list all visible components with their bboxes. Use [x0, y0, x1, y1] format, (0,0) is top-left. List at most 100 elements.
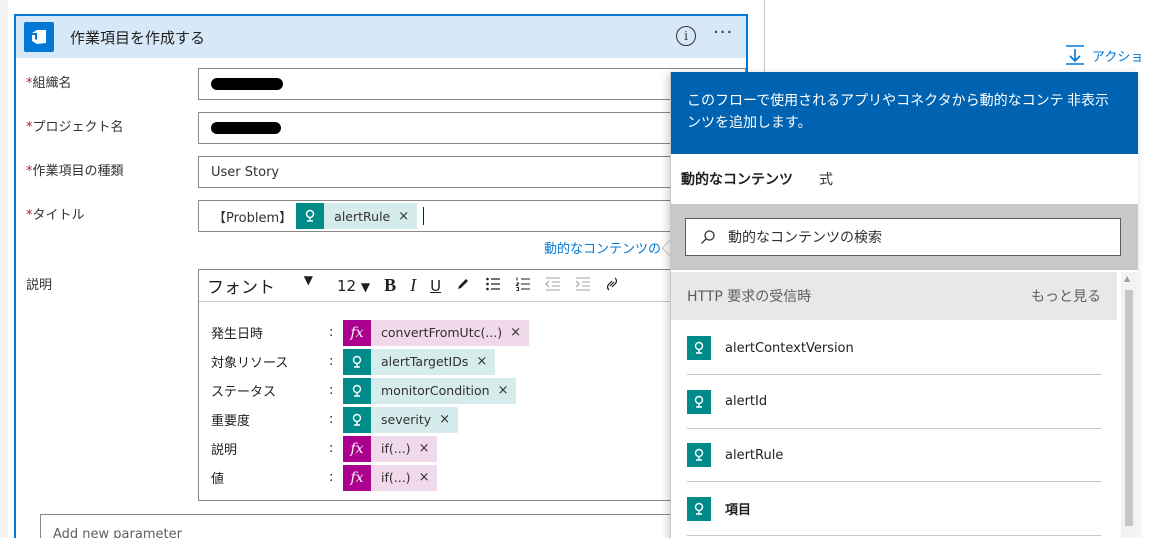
item-label: alertContextVersion: [725, 340, 854, 356]
description-label: 説明: [26, 278, 53, 293]
popup-tabs: 動的なコンテンツ 式: [671, 154, 1138, 204]
info-icon[interactable]: i: [676, 26, 696, 46]
token-label: alertRule: [324, 203, 399, 229]
color-pen-icon[interactable]: [455, 276, 471, 296]
connector-icon: [687, 496, 711, 521]
row-label: ステータス: [211, 385, 277, 400]
tab-expression[interactable]: 式: [809, 169, 843, 189]
row-label: 重要度: [211, 414, 251, 429]
font-size-select[interactable]: 12 ▼: [337, 277, 370, 295]
remove-token-icon[interactable]: ×: [510, 319, 530, 346]
see-more-link[interactable]: もっと見る: [1031, 286, 1101, 306]
remove-token-icon[interactable]: ×: [476, 348, 496, 375]
row-label: 発生日時: [211, 327, 264, 342]
popup-description: このフローで使用されるアプリやコネクタから動的なコンテンツを追加します。: [687, 93, 1064, 131]
token-label: convertFromUtc(...): [371, 319, 511, 346]
dynamic-content-item[interactable]: alertRule: [687, 429, 1101, 482]
add-action-button[interactable]: アクショ: [1064, 44, 1143, 66]
redacted-value: [211, 122, 281, 134]
connector-icon: [343, 377, 371, 404]
font-size-value: 12: [337, 276, 357, 295]
search-area: 動的なコンテンツの検索: [671, 204, 1138, 270]
description-row: ステータス: monitorCondition ×: [211, 376, 529, 405]
popup-header: このフローで使用されるアプリやコネクタから動的なコンテンツを追加します。 非表示: [671, 72, 1138, 154]
row-label: 対象リソース: [211, 356, 289, 371]
description-row: 発生日時: fx convertFromUtc(...) ×: [211, 318, 530, 347]
description-row: 値: fx if(...) ×: [211, 463, 529, 492]
add-new-parameter-select[interactable]: Add new parameter: [40, 514, 740, 538]
project-label: *プロジェクト名: [26, 120, 124, 135]
dynamic-content-item[interactable]: 項目: [687, 483, 1101, 536]
underline-icon[interactable]: U: [430, 277, 441, 295]
hide-button[interactable]: 非表示: [1067, 90, 1109, 112]
row-label: 値: [211, 472, 225, 487]
dynamic-token[interactable]: fx if(...) ×: [343, 464, 438, 491]
dynamic-content-popup: このフローで使用されるアプリやコネクタから動的なコンテンツを追加します。 非表示…: [670, 72, 1138, 538]
card-title: 作業項目を作成する: [70, 28, 206, 47]
azure-devops-logo-icon: [24, 22, 54, 52]
token-label: severity: [371, 406, 440, 433]
title-prefix: 【Problem】: [213, 210, 293, 226]
dynamic-token[interactable]: alertRule ×: [296, 203, 418, 229]
remove-token-icon[interactable]: ×: [497, 377, 517, 404]
project-field[interactable]: [198, 112, 746, 144]
expression-icon: fx: [343, 464, 371, 491]
bullet-list-icon[interactable]: [485, 276, 501, 296]
row-colon: :: [329, 470, 334, 485]
dynamic-content-item[interactable]: alertId: [687, 376, 1101, 429]
connector-icon: [343, 348, 371, 375]
chevron-down-icon: ▼: [303, 273, 313, 287]
dynamic-token[interactable]: severity ×: [343, 406, 459, 433]
row-colon: :: [329, 325, 334, 340]
link-icon[interactable]: [605, 276, 619, 296]
dynamic-content-link[interactable]: 動的なコンテンツの: [544, 238, 661, 257]
italic-icon[interactable]: I: [410, 275, 416, 296]
scroll-up-icon[interactable]: ▲: [1124, 274, 1130, 283]
description-row: 重要度: severity ×: [211, 405, 529, 434]
org-field[interactable]: [198, 68, 746, 100]
decrease-indent-icon[interactable]: [545, 276, 561, 296]
font-select-value: フォント: [207, 278, 275, 298]
token-label: monitorCondition: [371, 377, 498, 404]
work-item-type-field[interactable]: User Story: [198, 156, 746, 188]
title-field[interactable]: 【Problem】 alertRule ×: [198, 200, 746, 232]
remove-token-icon[interactable]: ×: [439, 406, 459, 433]
font-select[interactable]: フォント ▼: [207, 273, 313, 298]
add-action-label: アクショ: [1092, 49, 1144, 65]
section-header: HTTP 要求の受信時 もっと見る: [671, 272, 1117, 320]
description-rows: 発生日時: fx convertFromUtc(...) × 対象リソース: alertT…: [211, 318, 530, 492]
remove-token-icon[interactable]: ×: [418, 435, 438, 462]
redacted-value: [211, 78, 283, 90]
token-label: if(...): [371, 435, 419, 462]
description-row: 対象リソース: alertTargetIDs ×: [211, 347, 529, 376]
connector-icon: [687, 443, 711, 467]
dynamic-token[interactable]: fx convertFromUtc(...) ×: [343, 319, 530, 346]
scrollbar-thumb[interactable]: [1125, 290, 1133, 526]
connector-icon: [343, 406, 371, 433]
text-cursor: [423, 207, 425, 225]
search-placeholder: 動的なコンテンツの検索: [728, 230, 882, 246]
dynamic-content-search-input[interactable]: 動的なコンテンツの検索: [685, 218, 1121, 256]
card-header[interactable]: 作業項目を作成する i ···: [16, 16, 746, 58]
remove-token-icon[interactable]: ×: [418, 464, 438, 491]
expression-icon: fx: [343, 435, 371, 462]
tab-dynamic-content[interactable]: 動的なコンテンツ: [671, 169, 803, 189]
dynamic-token[interactable]: monitorCondition ×: [343, 377, 517, 404]
more-options-icon[interactable]: ···: [713, 22, 733, 43]
remove-token-icon[interactable]: ×: [398, 203, 418, 229]
dynamic-token[interactable]: fx if(...) ×: [343, 435, 438, 462]
search-icon: [701, 230, 715, 244]
connector-icon: [687, 336, 711, 360]
row-colon: :: [329, 383, 334, 398]
description-editor[interactable]: フォント ▼ 12 ▼ B I U 発生日時: fx convertFromU…: [198, 269, 698, 501]
dynamic-content-item[interactable]: alertContextVersion: [687, 322, 1101, 375]
dynamic-token[interactable]: alertTargetIDs ×: [343, 348, 496, 375]
increase-indent-icon[interactable]: [575, 276, 591, 296]
scrollbar[interactable]: ▲: [1121, 272, 1137, 538]
bold-icon[interactable]: B: [384, 275, 396, 296]
org-label: *組織名: [26, 76, 72, 91]
item-label: 項目: [725, 503, 752, 518]
section-title: HTTP 要求の受信時: [687, 289, 812, 305]
row-colon: :: [329, 441, 334, 456]
numbered-list-icon[interactable]: [515, 276, 531, 296]
